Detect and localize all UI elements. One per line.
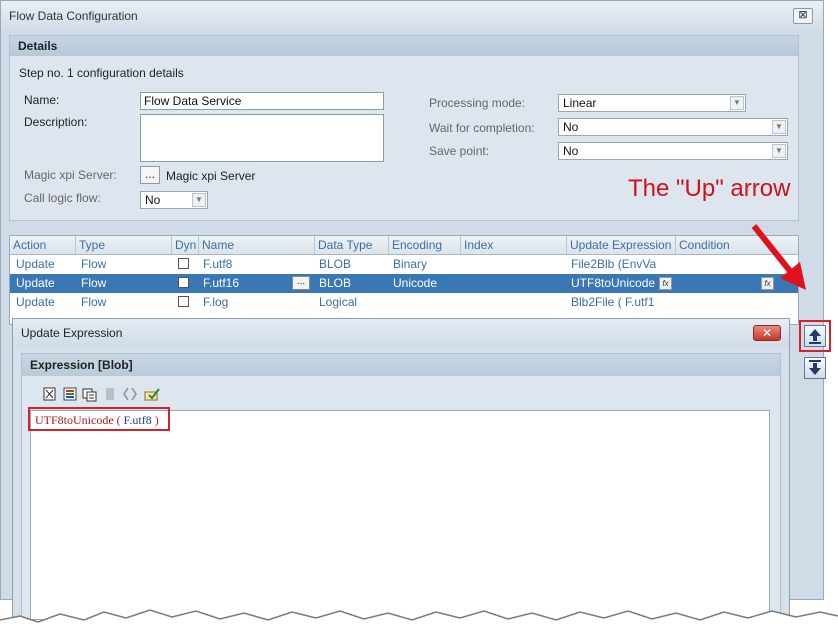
dyn-checkbox[interactable] bbox=[178, 258, 189, 269]
save-point-value: No bbox=[563, 144, 579, 158]
functions-icon[interactable] bbox=[62, 386, 78, 402]
table-row-selected[interactable]: Update Flow F.utf16 ... BLOB Unicode UTF… bbox=[10, 274, 798, 293]
processing-mode-combo[interactable]: Linear ▼ bbox=[558, 94, 746, 112]
col-dyn[interactable]: Dyn bbox=[172, 236, 199, 254]
name-zoom-button[interactable]: ... bbox=[292, 276, 310, 290]
row-encoding bbox=[390, 293, 460, 312]
call-logic-value: No bbox=[145, 193, 161, 207]
row-data-type: BLOB bbox=[319, 257, 352, 271]
table-row[interactable]: Update Flow F.utf8 BLOB Binary File2Blb … bbox=[10, 255, 798, 274]
expression-editor[interactable]: UTF8toUnicode ( F.utf8 ) bbox=[30, 410, 770, 620]
name-input[interactable]: Flow Data Service bbox=[140, 92, 384, 110]
window-title: Flow Data Configuration bbox=[1, 1, 823, 31]
expression-panel: Expression [Blob] UTF8toUnicode (F.utf8… bbox=[21, 353, 781, 620]
call-logic-label: Call logic flow: bbox=[24, 191, 101, 205]
col-encoding[interactable]: Encoding bbox=[389, 236, 461, 254]
dyn-checkbox[interactable] bbox=[178, 277, 189, 288]
window-close-button[interactable]: ⊠ bbox=[793, 8, 813, 24]
server-label: Magic xpi Server: bbox=[24, 168, 117, 182]
row-action: Update bbox=[16, 257, 55, 271]
expression-header: Expression [Blob] bbox=[22, 354, 780, 376]
col-action[interactable]: Action bbox=[10, 236, 76, 254]
row-type: Flow bbox=[81, 295, 107, 309]
disabled-icon[interactable] bbox=[102, 386, 118, 402]
row-update-expression: UTF8toUnicode bbox=[571, 276, 656, 290]
row-name: F.utf16 bbox=[203, 276, 240, 290]
col-update-expression[interactable]: Update Expression bbox=[567, 236, 676, 254]
move-down-button[interactable] bbox=[804, 357, 826, 379]
verify-icon[interactable] bbox=[144, 386, 160, 402]
server-value: Magic xpi Server bbox=[166, 169, 256, 183]
brackets-icon[interactable] bbox=[122, 386, 138, 402]
table-row[interactable]: Update Flow F.log Logical Blb2File ( F.u… bbox=[10, 293, 798, 312]
col-data-type[interactable]: Data Type bbox=[315, 236, 389, 254]
dyn-checkbox[interactable] bbox=[178, 296, 189, 307]
row-data-type: Logical bbox=[319, 295, 358, 309]
dialog-close-button[interactable]: ✕ bbox=[753, 325, 781, 341]
save-point-combo[interactable]: No ▼ bbox=[558, 142, 788, 160]
row-update-expression: Blb2File ( F.utf1 bbox=[571, 295, 655, 309]
description-label: Description: bbox=[24, 115, 88, 129]
wait-value: No bbox=[563, 120, 579, 134]
row-type: Flow bbox=[81, 276, 107, 290]
row-name: F.log bbox=[203, 295, 229, 309]
col-index[interactable]: Index bbox=[461, 236, 567, 254]
chevron-down-icon: ▼ bbox=[772, 144, 786, 158]
row-update-expression: File2Blb (EnvVa bbox=[571, 257, 657, 271]
wait-label: Wait for completion: bbox=[429, 121, 535, 135]
dialog-title: Update Expression bbox=[13, 319, 789, 347]
name-label: Name: bbox=[24, 93, 60, 107]
row-action: Update bbox=[16, 276, 55, 290]
processing-mode-label: Processing mode: bbox=[429, 96, 526, 110]
expression-highlight bbox=[28, 407, 170, 431]
processing-mode-value: Linear bbox=[563, 96, 597, 110]
grid-header: Action Type Dyn Name Data Type Encoding … bbox=[10, 236, 798, 255]
col-type[interactable]: Type bbox=[76, 236, 172, 254]
description-input[interactable] bbox=[140, 114, 384, 162]
move-up-button[interactable] bbox=[804, 325, 826, 347]
data-grid: Action Type Dyn Name Data Type Encoding … bbox=[9, 235, 799, 325]
variables-icon[interactable] bbox=[82, 386, 98, 402]
details-header: Details bbox=[10, 36, 798, 56]
torn-edge bbox=[0, 609, 838, 637]
wait-combo[interactable]: No ▼ bbox=[558, 118, 788, 136]
save-point-label: Save point: bbox=[429, 144, 490, 158]
chevron-down-icon: ▼ bbox=[772, 120, 786, 134]
chevron-down-icon: ▼ bbox=[192, 193, 206, 207]
up-arrow-icon bbox=[809, 329, 821, 344]
update-expression-dialog: Update Expression ✕ Expression [Blob] UT… bbox=[12, 318, 790, 620]
step-description: Step no. 1 configuration details bbox=[19, 66, 184, 80]
down-arrow-icon bbox=[809, 360, 821, 375]
row-encoding: Unicode bbox=[393, 276, 438, 290]
row-data-type: BLOB bbox=[319, 276, 352, 290]
chevron-down-icon: ▼ bbox=[730, 96, 744, 110]
call-logic-combo[interactable]: No ▼ bbox=[140, 191, 208, 209]
row-action: Update bbox=[16, 295, 55, 309]
row-encoding: Binary bbox=[393, 257, 428, 271]
row-type: Flow bbox=[81, 257, 107, 271]
clear-icon[interactable] bbox=[42, 386, 58, 402]
annotation-arrow-icon bbox=[751, 224, 806, 290]
server-zoom-button[interactable]: ... bbox=[140, 166, 160, 184]
col-name[interactable]: Name bbox=[199, 236, 315, 254]
annotation-text: The "Up" arrow bbox=[628, 175, 791, 202]
expression-fx-button[interactable]: fx bbox=[659, 277, 672, 290]
row-name: F.utf8 bbox=[203, 257, 233, 271]
